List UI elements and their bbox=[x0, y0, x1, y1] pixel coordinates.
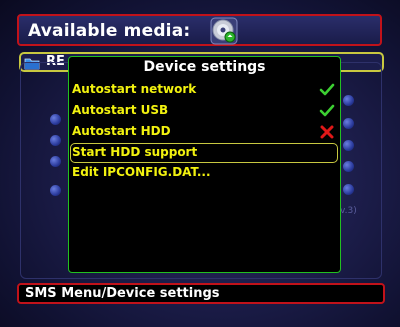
orb-icon bbox=[50, 135, 61, 146]
option-label: Autostart HDD bbox=[72, 124, 171, 138]
device-settings-dialog: Device settings Autostart network Autost… bbox=[68, 56, 341, 273]
disc-icon[interactable] bbox=[210, 17, 238, 45]
option-start-hdd-support[interactable]: Start HDD support bbox=[70, 143, 338, 163]
orb-icon bbox=[343, 118, 354, 129]
orb-icon bbox=[50, 114, 61, 125]
orb-icon bbox=[343, 184, 354, 195]
page-title: Available media: bbox=[28, 21, 191, 41]
option-label: Autostart network bbox=[72, 82, 197, 96]
check-icon bbox=[319, 103, 335, 119]
orb-icon bbox=[343, 161, 354, 172]
title-bar: Available media: bbox=[17, 14, 382, 46]
orb-icon bbox=[50, 185, 61, 196]
status-bar: SMS Menu/Device settings bbox=[17, 283, 385, 304]
option-label: Start HDD support bbox=[72, 145, 198, 159]
option-label: Edit IPCONFIG.DAT... bbox=[72, 165, 211, 179]
background-version-text: v.3) bbox=[340, 206, 357, 216]
orb-icon bbox=[343, 95, 354, 106]
option-edit-ipconfig[interactable]: Edit IPCONFIG.DAT... bbox=[70, 163, 338, 183]
orb-icon bbox=[343, 140, 354, 151]
check-icon bbox=[319, 82, 335, 98]
cross-icon bbox=[319, 124, 335, 140]
screen-background: Available media: RE v.3) Device settings… bbox=[0, 0, 400, 327]
dialog-title: Device settings bbox=[143, 59, 266, 75]
option-autostart-usb[interactable]: Autostart USB bbox=[70, 101, 338, 121]
status-text: SMS Menu/Device settings bbox=[25, 286, 220, 301]
option-autostart-network[interactable]: Autostart network bbox=[70, 80, 338, 100]
orb-icon bbox=[50, 156, 61, 167]
option-label: Autostart USB bbox=[72, 103, 169, 117]
option-autostart-hdd[interactable]: Autostart HDD bbox=[70, 122, 338, 142]
